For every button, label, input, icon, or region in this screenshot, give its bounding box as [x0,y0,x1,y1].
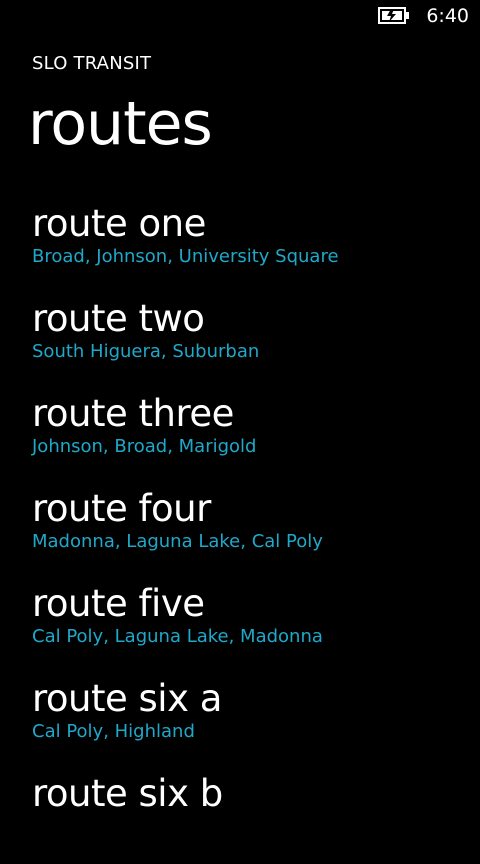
list-item[interactable]: route two South Higuera, Suburban [32,294,480,389]
route-name: route five [32,582,205,625]
route-stops: Madonna, Laguna Lake, Cal Poly [32,531,323,552]
route-list: route one Broad, Johnson, University Squ… [32,199,480,864]
list-item[interactable]: route three Johnson, Broad, Marigold [32,389,480,484]
route-name: route four [32,487,211,530]
list-item[interactable]: route five Cal Poly, Laguna Lake, Madonn… [32,579,480,674]
route-stops: South Higuera, Suburban [32,341,260,362]
status-bar: 6:40 [0,0,480,32]
battery-charging-icon [378,7,409,24]
list-item[interactable]: route six a Cal Poly, Highland [32,674,480,769]
route-stops: Cal Poly, Highland [32,721,195,742]
route-stops: Johnson, Broad, Marigold [32,436,257,457]
status-time: 6:40 [426,5,469,27]
list-item[interactable]: route one Broad, Johnson, University Squ… [32,199,480,294]
app-title: SLO TRANSIT [32,53,152,74]
list-item[interactable]: route four Madonna, Laguna Lake, Cal Pol… [32,484,480,579]
route-stops: Broad, Johnson, University Square [32,246,339,267]
route-name: route six a [32,677,222,720]
route-name: route one [32,202,206,245]
list-item[interactable]: route six b [32,769,480,864]
page-title: routes [28,89,213,159]
route-stops: Cal Poly, Laguna Lake, Madonna [32,626,323,647]
route-name: route six b [32,772,223,815]
route-name: route two [32,297,205,340]
route-name: route three [32,392,234,435]
